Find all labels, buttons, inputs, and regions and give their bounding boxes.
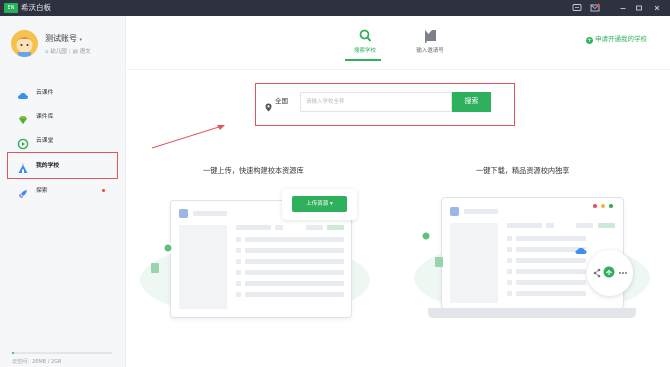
storage-progress: [12, 352, 112, 354]
share-menu: [587, 250, 633, 296]
sidebar-item-cloud-courseware[interactable]: 云课件: [0, 84, 126, 102]
title-bar: EN 希沃白板: [0, 0, 670, 16]
region-selector[interactable]: 全国: [275, 97, 288, 106]
cloud-icon: [575, 248, 587, 254]
search-icon: [359, 28, 372, 42]
sidebar-item-cloud-classroom[interactable]: 云课堂: [0, 132, 126, 150]
chevron-down-icon: ▾: [79, 37, 83, 43]
app-title: 希沃白板: [21, 3, 51, 12]
chat-icon[interactable]: [572, 3, 582, 13]
globe-icon: [162, 242, 174, 254]
minimize-icon[interactable]: [618, 3, 628, 13]
upload-cloud-icon: [603, 266, 615, 278]
user-name[interactable]: 测试账号 ▾: [45, 34, 82, 45]
annotation-highlight-my-school: [7, 152, 118, 179]
search-button[interactable]: 搜索: [452, 92, 491, 112]
apply-school-link[interactable]: + 申请开通我的学校: [586, 35, 647, 44]
diamond-icon: [17, 111, 29, 124]
annotation-arrow: [151, 125, 225, 149]
document-icon: [151, 263, 159, 273]
close-icon[interactable]: [652, 3, 662, 13]
rocket-icon: [17, 185, 29, 198]
sidebar: 测试账号 ▾ ⌂ 幼儿园|▤ 语文 云课件 课件库 云课堂 我的学校 探索: [0, 16, 126, 367]
right-promo-headline: 一键下载，精品资源校内独享: [476, 166, 570, 175]
user-subtitle: ⌂ 幼儿园 | ▤ 语文: [45, 49, 91, 55]
active-tab-underline: [345, 59, 381, 61]
tab-search-school[interactable]: 搜索学校: [335, 28, 395, 60]
globe-icon: [420, 230, 432, 242]
sidebar-item-courseware-library[interactable]: 课件库: [0, 108, 126, 126]
app-logo: EN: [4, 3, 18, 13]
chevron-down-icon: ▾: [330, 201, 333, 207]
notification-dot: [102, 189, 105, 192]
storage-text: 云空间：26MB / 2GB: [12, 359, 62, 365]
header-divider: [127, 69, 670, 70]
storage-progress-fill: [12, 352, 14, 354]
more-icon: [619, 272, 627, 274]
tab-enter-invite-code[interactable]: 输入邀请号: [400, 28, 460, 60]
share-icon: [593, 268, 601, 278]
sidebar-item-explore[interactable]: 探索: [0, 182, 126, 200]
school-small-icon: ⌂: [45, 49, 49, 55]
school-search-input[interactable]: [300, 92, 452, 112]
plus-icon: +: [586, 37, 593, 44]
maximize-icon[interactable]: [634, 3, 644, 13]
left-promo-headline: 一键上传，快速构建校本资源库: [203, 166, 304, 175]
subject-small-icon: ▤: [72, 49, 78, 55]
avatar[interactable]: [11, 30, 38, 57]
play-circle-icon: [17, 135, 29, 150]
location-pin-icon[interactable]: [265, 97, 272, 112]
document-icon: [435, 257, 443, 267]
cloud-icon: [17, 87, 29, 99]
mail-icon[interactable]: [590, 3, 600, 13]
upload-resource-button[interactable]: 上传资源 ▾: [292, 196, 347, 212]
laptop-base: [428, 308, 636, 318]
flag-icon: [424, 28, 437, 43]
